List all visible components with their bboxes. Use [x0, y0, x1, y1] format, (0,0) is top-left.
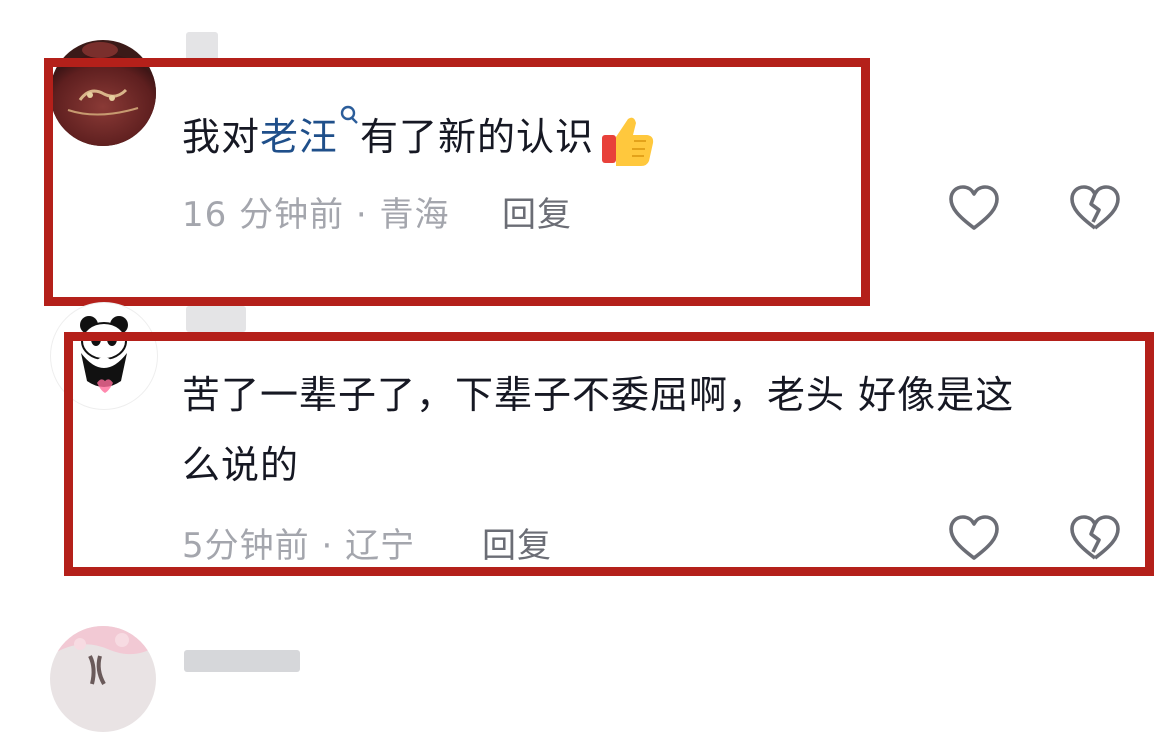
highlight-box	[64, 332, 1154, 576]
avatar[interactable]	[50, 626, 156, 732]
heart-icon[interactable]	[948, 184, 1000, 232]
highlight-box	[44, 58, 870, 306]
username[interactable]	[184, 650, 300, 672]
username[interactable]	[186, 306, 246, 332]
broken-heart-icon[interactable]	[1069, 184, 1121, 232]
